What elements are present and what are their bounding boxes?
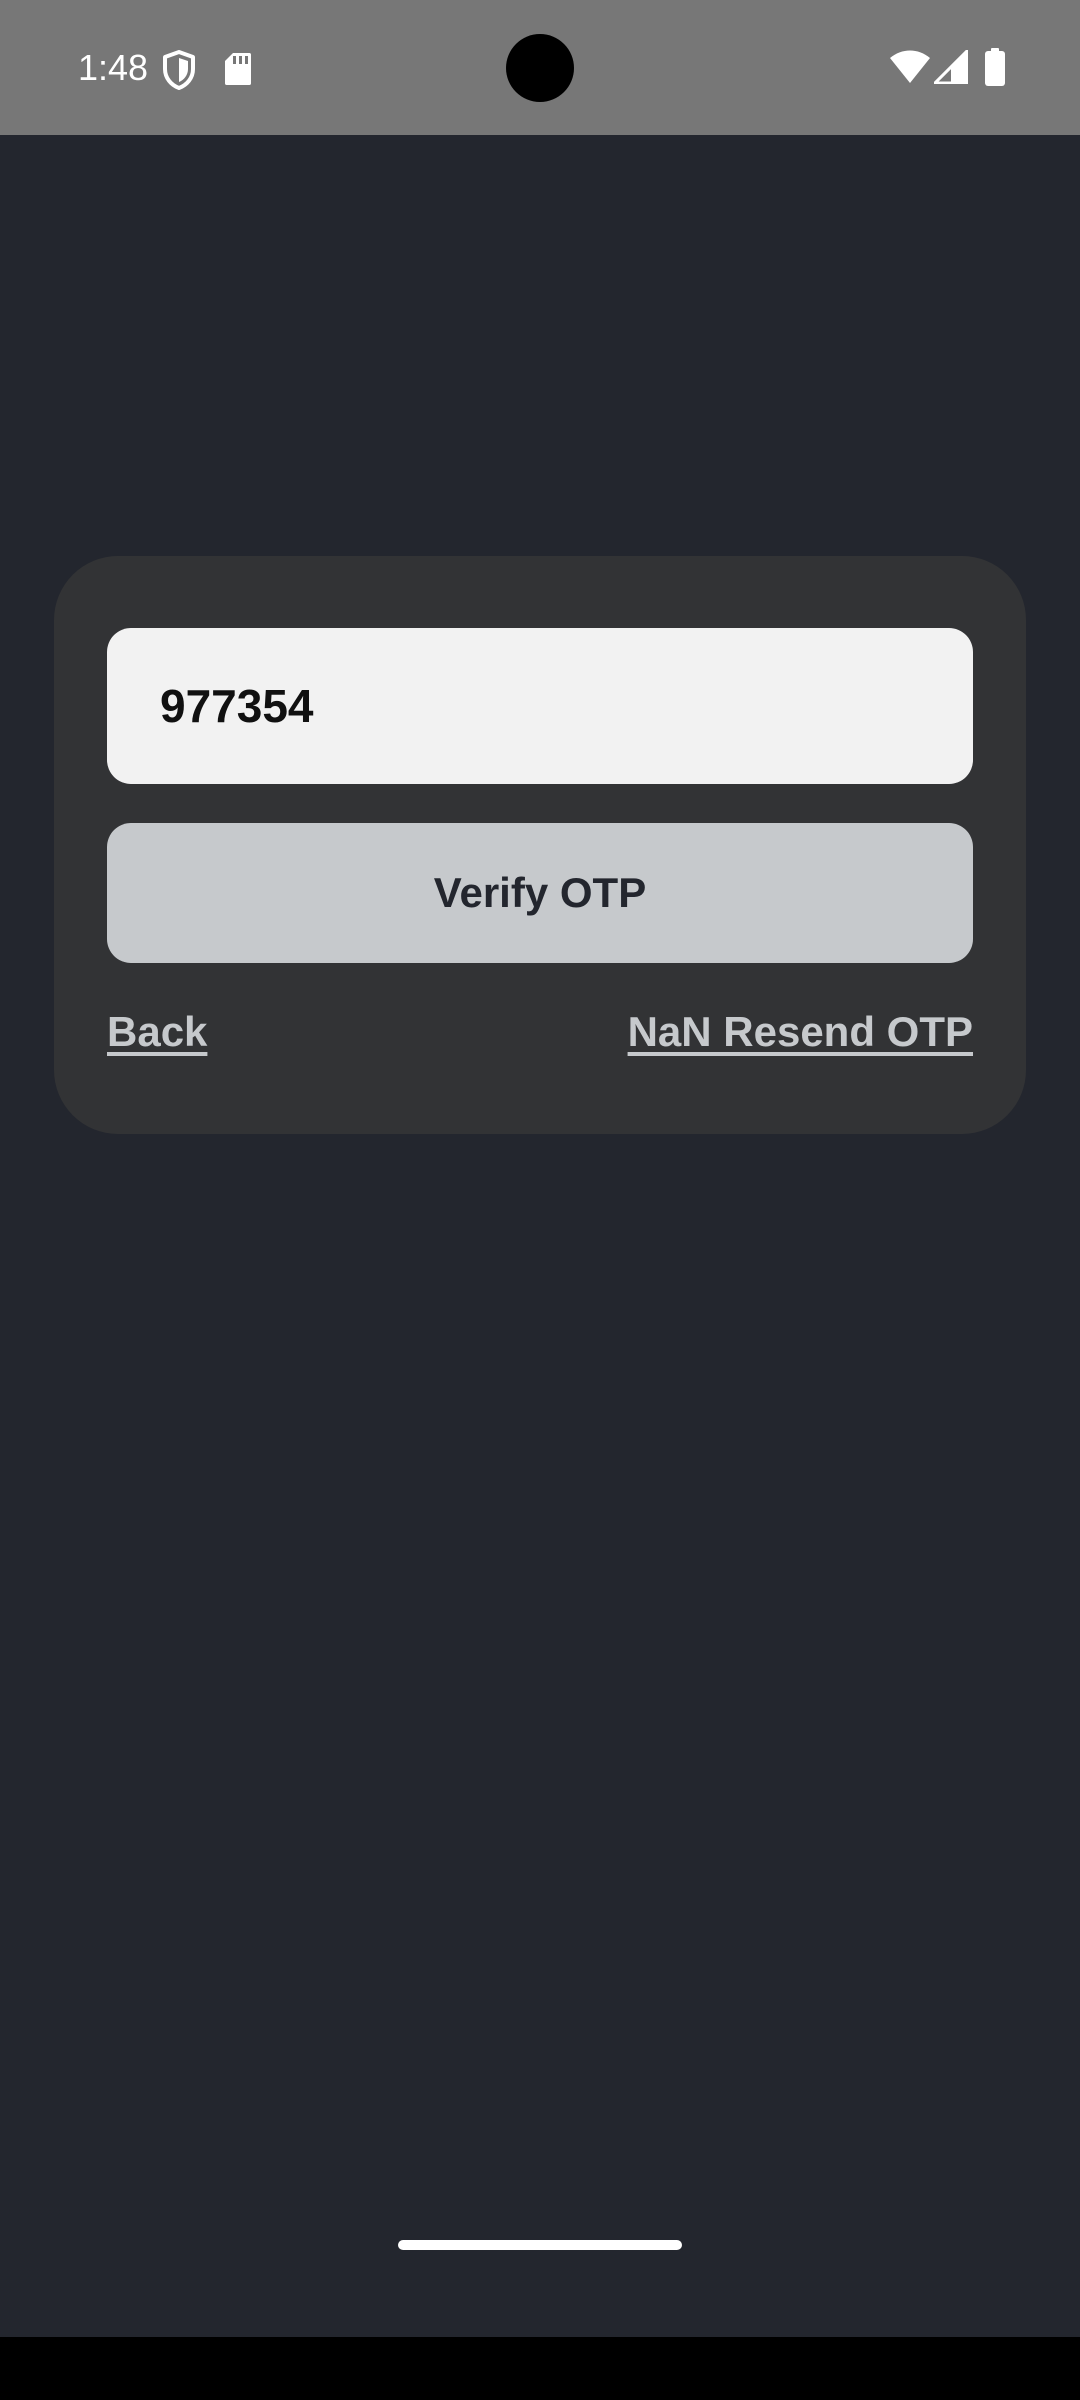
camera-cutout (506, 34, 574, 102)
cellular-signal-icon (934, 50, 968, 84)
wifi-icon (890, 50, 930, 83)
home-indicator[interactable] (398, 2240, 682, 2250)
status-time: 1:48 (78, 47, 149, 88)
back-link[interactable]: Back (107, 1004, 207, 1060)
resend-otp-link[interactable]: NaN Resend OTP (628, 1004, 973, 1060)
otp-input[interactable] (107, 628, 973, 784)
sd-card-icon (225, 53, 251, 85)
verify-otp-button[interactable]: Verify OTP (107, 823, 973, 963)
navigation-bar (0, 2337, 1080, 2400)
shield-icon (163, 50, 195, 90)
battery-icon (985, 48, 1005, 86)
status-bar: 1:48 (0, 0, 1080, 135)
